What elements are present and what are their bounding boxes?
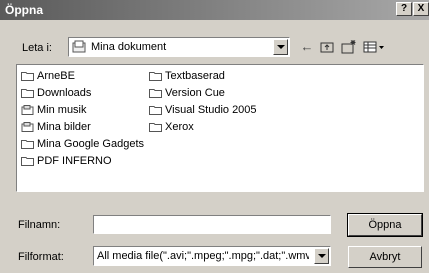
- folder-icon: [21, 72, 34, 81]
- file-column-1: ArneBE Downloads Min musik Mina bilder M…: [21, 69, 144, 171]
- up-folder-icon[interactable]: [316, 37, 338, 57]
- folder-icon: [149, 72, 162, 81]
- filetype-value: All media file(".avi;".mpeg;".mpg;".dat;…: [97, 250, 309, 262]
- look-in-combo[interactable]: Mina dokument: [68, 37, 290, 57]
- file-list[interactable]: ArneBE Downloads Min musik Mina bilder M…: [16, 64, 424, 192]
- folder-icon: [149, 123, 162, 132]
- list-item[interactable]: Downloads: [21, 86, 144, 100]
- file-column-2: Textbaserad Version Cue Visual Studio 20…: [149, 69, 257, 137]
- list-item[interactable]: Mina Google Gadgets: [21, 137, 144, 151]
- pictures-folder-icon: [21, 122, 34, 132]
- close-button[interactable]: X: [413, 2, 429, 16]
- open-dialog: Öppna ? X Leta i: Mina dokument ← ArneBE…: [0, 0, 429, 273]
- cancel-button[interactable]: Avbryt: [348, 246, 422, 268]
- folder-icon: [149, 106, 162, 115]
- folder-icon: [21, 157, 34, 166]
- look-in-label: Leta i:: [22, 42, 52, 54]
- file-name: Textbaserad: [165, 70, 225, 82]
- list-item[interactable]: ArneBE: [21, 69, 144, 83]
- list-item[interactable]: Xerox: [149, 120, 257, 134]
- list-item[interactable]: Textbaserad: [149, 69, 257, 83]
- filename-input[interactable]: [93, 215, 331, 234]
- folder-icon: [149, 89, 162, 98]
- help-button[interactable]: ?: [396, 2, 412, 16]
- music-folder-icon: [21, 105, 34, 115]
- file-name: Visual Studio 2005: [165, 104, 257, 116]
- folder-icon: [21, 140, 34, 149]
- view-menu-icon[interactable]: [360, 37, 388, 57]
- file-name: Xerox: [165, 121, 194, 133]
- file-name: Mina bilder: [37, 121, 91, 133]
- title-bar[interactable]: Öppna ? X: [0, 0, 429, 20]
- documents-folder-icon: [72, 40, 86, 53]
- filetype-label: Filformat:: [18, 251, 64, 263]
- list-item[interactable]: Visual Studio 2005: [149, 103, 257, 117]
- back-arrow-icon[interactable]: ←: [296, 37, 318, 57]
- file-name: PDF INFERNO: [37, 155, 112, 167]
- look-in-value: Mina dokument: [91, 41, 167, 53]
- open-button[interactable]: Öppna: [347, 213, 423, 237]
- window-title: Öppna: [5, 3, 43, 17]
- file-name: Downloads: [37, 87, 92, 99]
- list-item[interactable]: Version Cue: [149, 86, 257, 100]
- chevron-down-icon[interactable]: [273, 39, 288, 55]
- file-name: ArneBE: [37, 70, 75, 82]
- file-name: Mina Google Gadgets: [37, 138, 145, 150]
- file-name: Min musik: [37, 104, 87, 116]
- filename-label: Filnamn:: [18, 219, 61, 231]
- list-item[interactable]: Min musik: [21, 103, 144, 117]
- new-folder-icon[interactable]: [338, 37, 360, 57]
- folder-icon: [21, 89, 34, 98]
- chevron-down-icon[interactable]: [314, 248, 329, 264]
- list-item[interactable]: Mina bilder: [21, 120, 144, 134]
- list-item[interactable]: PDF INFERNO: [21, 154, 144, 168]
- file-name: Version Cue: [165, 87, 225, 99]
- filetype-select[interactable]: All media file(".avi;".mpeg;".mpg;".dat;…: [93, 246, 331, 266]
